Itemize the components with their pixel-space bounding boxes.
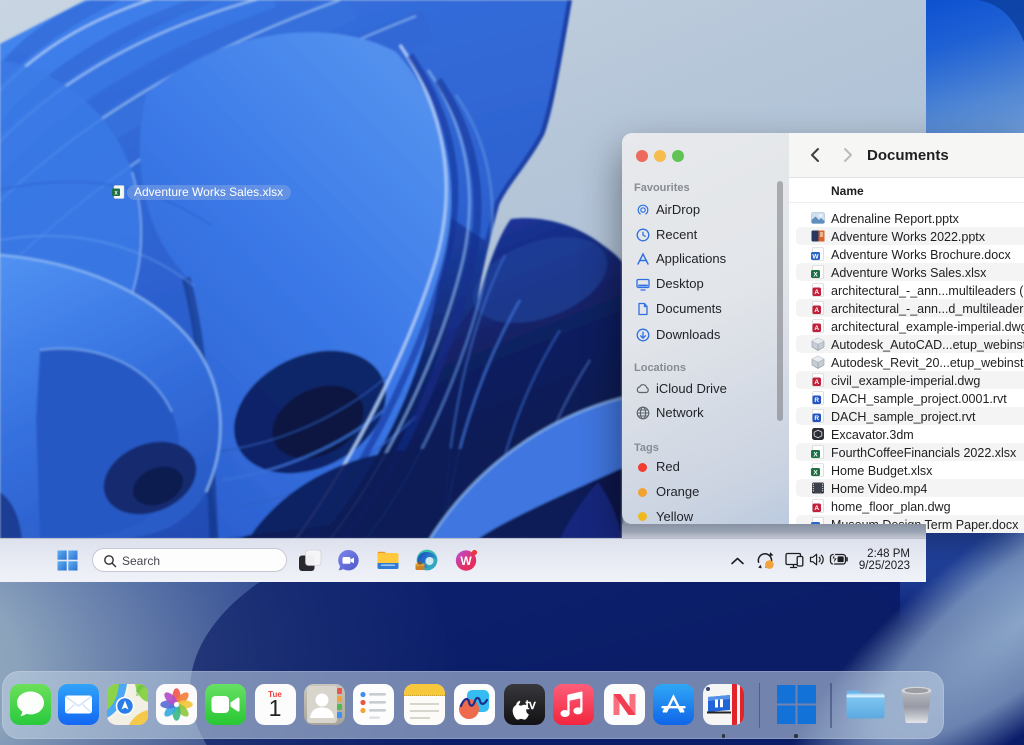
svg-text:X: X bbox=[813, 272, 818, 279]
svg-text:A: A bbox=[814, 379, 819, 386]
svg-text:A: A bbox=[814, 505, 819, 512]
svg-text:X: X bbox=[813, 470, 818, 477]
svg-text:R: R bbox=[814, 397, 819, 404]
svg-text:A: A bbox=[814, 289, 819, 296]
svg-text:A: A bbox=[814, 325, 819, 332]
svg-text:A: A bbox=[814, 307, 819, 314]
svg-text:W: W bbox=[460, 554, 472, 568]
svg-text:tv: tv bbox=[525, 697, 536, 712]
svg-text:W: W bbox=[812, 254, 819, 261]
svg-text:X: X bbox=[813, 452, 818, 459]
svg-text:R: R bbox=[814, 415, 819, 422]
